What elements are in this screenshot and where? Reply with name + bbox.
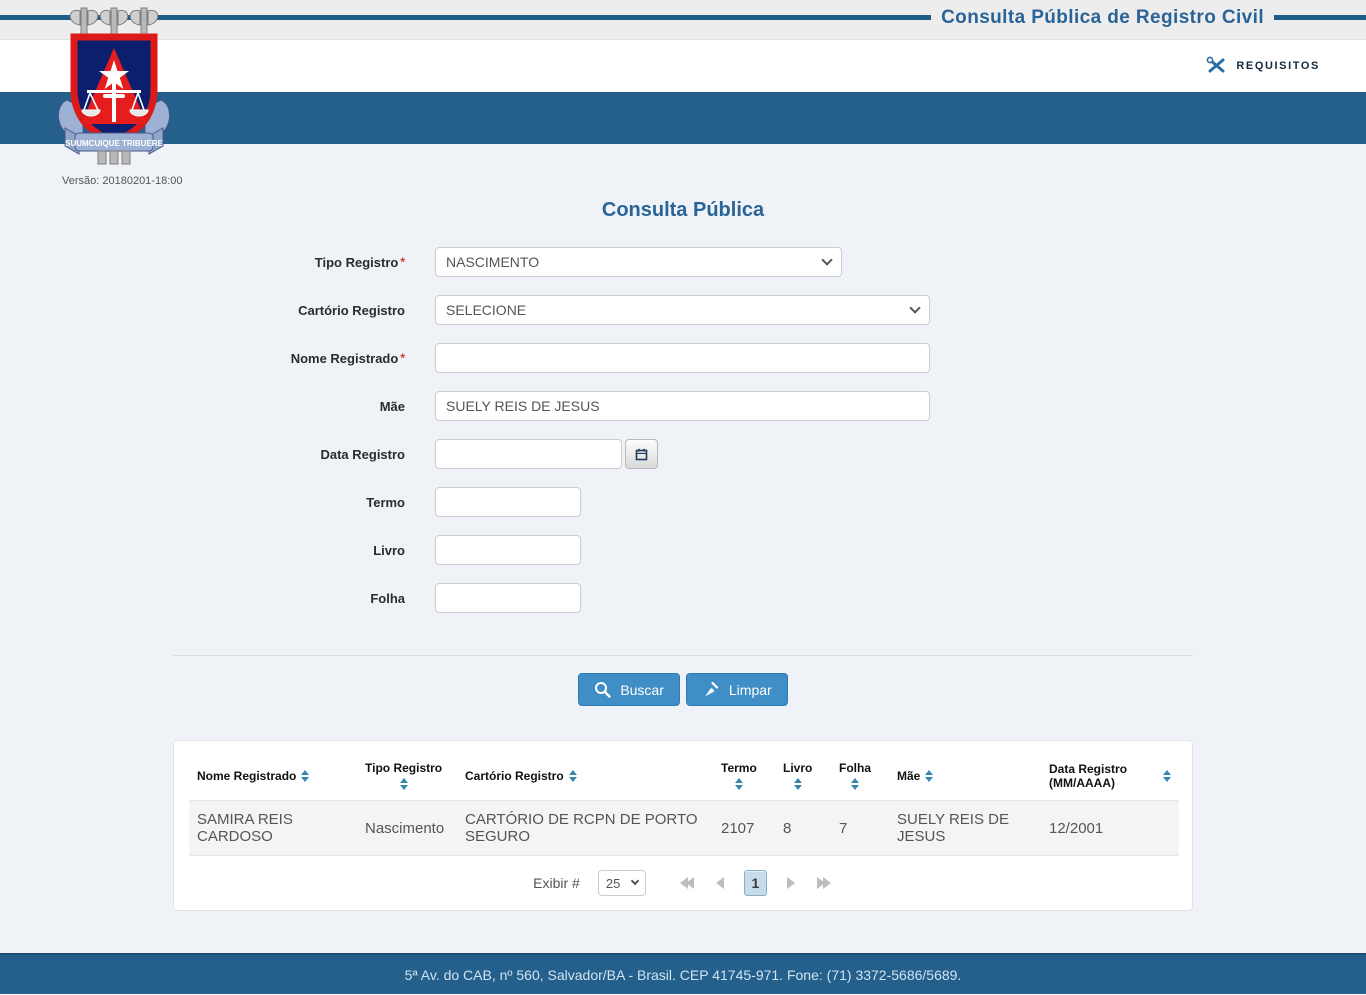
sort-icon[interactable] (301, 769, 310, 782)
mae-label: Mãe (379, 398, 405, 414)
calendar-button[interactable] (625, 439, 658, 469)
results-table: Nome Registrado Tipo Registro Cartório R… (189, 747, 1179, 856)
cell-data-registro: 12/2001 (1049, 819, 1104, 837)
requisitos-button[interactable]: REQUISITOS (1206, 56, 1320, 75)
form-row-termo: Termo (0, 487, 1366, 517)
mae-input[interactable] (435, 391, 930, 421)
sort-icon[interactable] (734, 778, 743, 790)
form-row-mae: Mãe (0, 391, 1366, 421)
sort-icon[interactable] (399, 778, 408, 790)
col-mae[interactable]: Mãe (889, 747, 1041, 801)
form-row-tipo-registro: Tipo Registro * NASCIMENTO (0, 247, 1366, 277)
termo-label: Termo (366, 494, 405, 510)
nome-registrado-label: Nome Registrado * (290, 350, 405, 366)
form-row-folha: Folha (0, 583, 1366, 613)
tools-icon (1206, 56, 1227, 75)
form-row-cartorio-registro: Cartório Registro SELECIONE (0, 295, 1366, 325)
chevron-down-icon (630, 876, 640, 886)
required-asterisk: * (400, 350, 405, 365)
search-form: Tipo Registro * NASCIMENTO Cartório Regis… (0, 247, 1366, 613)
col-nome-registrado[interactable]: Nome Registrado (189, 747, 357, 801)
toolbar-strip: REQUISITOS (0, 40, 1366, 92)
cell-tipo-registro: Nascimento (365, 819, 445, 837)
required-asterisk: * (400, 254, 405, 269)
form-row-livro: Livro (0, 535, 1366, 565)
col-cartorio-registro[interactable]: Cartório Registro (457, 747, 713, 801)
col-termo[interactable]: Termo (713, 747, 775, 801)
results-card: Nome Registrado Tipo Registro Cartório R… (173, 740, 1193, 911)
sort-icon[interactable] (568, 769, 577, 782)
livro-input[interactable] (435, 535, 581, 565)
footer-bar: 5ª Av. do CAB, nº 560, Salvador/BA - Bra… (0, 955, 1366, 994)
page-size-select[interactable]: 25 (597, 870, 646, 896)
cartorio-registro-label: Cartório Registro (298, 302, 405, 318)
form-row-data-registro: Data Registro (0, 439, 1366, 469)
buscar-button[interactable]: Buscar (578, 673, 680, 706)
cell-termo: 2107 (721, 819, 755, 837)
pagination-bar: Exibir # 25 1 (189, 870, 1177, 896)
folha-input[interactable] (435, 583, 581, 613)
data-registro-label: Data Registro (320, 446, 405, 462)
logo-motto-text: SUUMCUIQUE TRIBUERE (65, 139, 163, 148)
footer-address: 5ª Av. do CAB, nº 560, Salvador/BA - Bra… (404, 966, 962, 983)
cell-livro: 8 (783, 819, 792, 837)
calendar-icon (635, 448, 648, 461)
table-row[interactable]: SAMIRA REIS CARDOSO Nascimento CARTÓRIO … (189, 800, 1179, 856)
cell-folha: 7 (839, 819, 848, 837)
action-buttons: Buscar Limpar (0, 673, 1366, 706)
tipo-registro-label: Tipo Registro * (314, 254, 405, 270)
version-label: Versão: 20180201-18:00 (62, 175, 183, 187)
next-page-button[interactable] (785, 875, 797, 891)
form-divider (173, 655, 1193, 656)
col-tipo-registro[interactable]: Tipo Registro (357, 747, 457, 801)
data-registro-input[interactable] (435, 439, 622, 469)
broom-icon (702, 681, 720, 699)
col-livro[interactable]: Livro (775, 747, 831, 801)
page-size-value: 25 (605, 875, 621, 891)
col-data-registro[interactable]: Data Registro (MM/AAAA) (1041, 747, 1179, 801)
folha-label: Folha (370, 590, 405, 606)
limpar-button[interactable]: Limpar (685, 673, 788, 706)
table-header-row: Nome Registrado Tipo Registro Cartório R… (189, 747, 1179, 801)
search-icon (594, 681, 612, 698)
page-title: Consulta Pública (601, 199, 765, 221)
sort-icon[interactable] (925, 769, 934, 782)
consulta-publica-page: Consulta Pública de Registro Civil REQUI… (0, 0, 1366, 995)
app-title: Consulta Pública de Registro Civil (931, 7, 1274, 29)
header-blue-band (0, 92, 1366, 144)
prev-page-button[interactable] (714, 875, 726, 891)
exibir-label: Exibir # (533, 875, 580, 891)
cartorio-registro-select[interactable]: SELECIONE (435, 295, 930, 325)
top-strip: Consulta Pública de Registro Civil (0, 0, 1366, 40)
first-page-button[interactable] (678, 875, 696, 891)
current-page-button[interactable]: 1 (743, 870, 767, 896)
tipo-registro-select[interactable]: NASCIMENTO (435, 247, 842, 277)
tipo-registro-value: NASCIMENTO (446, 254, 540, 270)
form-row-nome-registrado: Nome Registrado * (0, 343, 1366, 373)
termo-input[interactable] (435, 487, 581, 517)
cell-mae: SUELY REIS DE JESUS (897, 811, 1009, 845)
cell-cartorio-registro: CARTÓRIO DE RCPN DE PORTO SEGURO (465, 811, 698, 845)
chevron-down-icon (821, 254, 833, 266)
col-folha[interactable]: Folha (831, 747, 889, 801)
cartorio-registro-value: SELECIONE (446, 302, 527, 318)
sort-icon[interactable] (1163, 769, 1171, 782)
sort-icon[interactable] (851, 778, 859, 790)
main-content: Consulta Pública Tipo Registro * NASCIMEN… (0, 144, 1366, 953)
last-page-button[interactable] (815, 875, 833, 891)
sort-icon[interactable] (793, 778, 802, 790)
requisitos-label: REQUISITOS (1236, 59, 1320, 72)
cell-nome-registrado: SAMIRA REIS CARDOSO (197, 811, 293, 845)
tjba-crest-logo: SUUMCUIQUE TRIBUERE (53, 4, 175, 177)
nome-registrado-input[interactable] (435, 343, 930, 373)
livro-label: Livro (373, 542, 405, 558)
chevron-down-icon (909, 302, 921, 314)
